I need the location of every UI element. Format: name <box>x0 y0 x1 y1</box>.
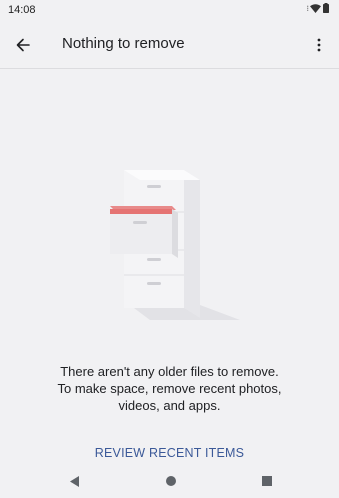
nav-back-icon <box>69 475 79 487</box>
nav-home-icon <box>166 476 176 486</box>
nav-recents-icon <box>262 476 272 486</box>
app-bar: Nothing to remove <box>0 22 339 69</box>
more-vert-icon <box>317 38 321 52</box>
filing-cabinet-illustration <box>110 170 240 320</box>
review-recent-items-button[interactable]: REVIEW RECENT ITEMS <box>0 446 339 460</box>
status-bar: 14:08 ⁝ <box>0 0 339 22</box>
nav-recents-button[interactable] <box>258 473 276 489</box>
signal-dots-icon: ⁝ <box>306 3 308 13</box>
wifi-icon <box>310 3 321 13</box>
more-options-button[interactable] <box>309 33 329 57</box>
status-time: 14:08 <box>8 4 36 16</box>
empty-state-message: There aren't any older files to remove. … <box>0 363 339 414</box>
message-line-2: To make space, remove recent photos, <box>57 381 282 396</box>
nav-home-button[interactable] <box>162 473 180 489</box>
back-button[interactable] <box>10 33 36 57</box>
status-icons: ⁝ <box>306 3 329 13</box>
system-nav-bar <box>0 464 339 498</box>
battery-icon <box>323 3 329 13</box>
message-line-1: There aren't any older files to remove. <box>60 364 279 379</box>
arrow-back-icon <box>16 38 30 52</box>
page-title: Nothing to remove <box>62 35 185 52</box>
nav-back-button[interactable] <box>65 473 83 489</box>
message-line-3: videos, and apps. <box>118 398 221 413</box>
